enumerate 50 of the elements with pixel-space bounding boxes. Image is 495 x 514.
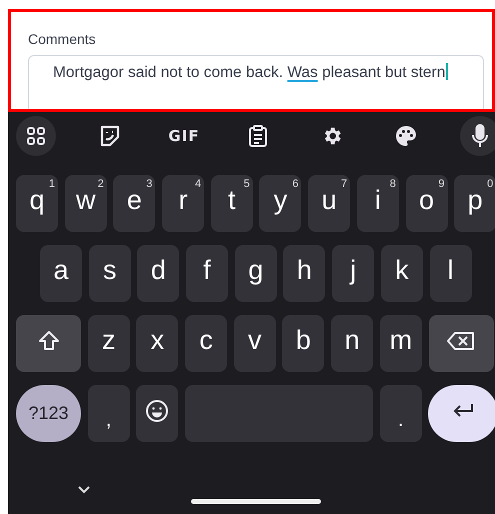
number-hint: 4 bbox=[194, 178, 202, 190]
number-hint: 8 bbox=[390, 178, 396, 190]
enter-icon bbox=[452, 402, 474, 418]
letter-key[interactable]: g bbox=[234, 245, 277, 302]
number-hint: 0 bbox=[487, 178, 494, 190]
letter-key[interactable]: k bbox=[380, 245, 423, 302]
palette-icon bbox=[394, 124, 418, 148]
letter-key[interactable]: t 5 bbox=[210, 175, 253, 232]
letter-key[interactable]: z bbox=[88, 315, 130, 372]
letter-key[interactable]: j bbox=[332, 245, 374, 302]
backspace-key[interactable] bbox=[428, 315, 494, 372]
letter-key[interactable]: m bbox=[380, 315, 422, 372]
sticker-icon bbox=[98, 124, 122, 148]
microphone-icon bbox=[472, 124, 488, 148]
hide-keyboard-icon[interactable] bbox=[78, 486, 90, 494]
letter-key[interactable]: n bbox=[331, 315, 374, 372]
punctuation-key[interactable]: , bbox=[88, 385, 130, 442]
letter-key[interactable]: x bbox=[136, 315, 178, 372]
letter-key[interactable]: l bbox=[430, 245, 472, 302]
letter-key[interactable]: v bbox=[234, 315, 276, 372]
number-hint: 9 bbox=[438, 178, 444, 190]
shift-icon bbox=[38, 330, 60, 352]
letter-key[interactable]: a bbox=[40, 245, 82, 302]
letter-key[interactable]: c bbox=[185, 315, 228, 372]
shift-key[interactable] bbox=[16, 315, 81, 372]
letter-key[interactable]: r 4 bbox=[162, 175, 204, 232]
letter-key[interactable]: s bbox=[88, 245, 131, 302]
letter-key[interactable]: f bbox=[186, 245, 228, 302]
number-hint: 5 bbox=[244, 178, 250, 190]
number-hint: 6 bbox=[292, 178, 298, 190]
apps-icon bbox=[26, 126, 46, 146]
number-hint: 2 bbox=[98, 178, 104, 190]
letter-key[interactable]: d bbox=[137, 245, 180, 302]
number-hint: 3 bbox=[146, 178, 152, 190]
gif-button[interactable]: GIF bbox=[164, 116, 204, 156]
letter-key[interactable]: b bbox=[282, 315, 324, 372]
emoji-key[interactable] bbox=[136, 385, 178, 442]
backspace-icon bbox=[446, 330, 476, 350]
symbols-key[interactable]: ?123 bbox=[16, 385, 81, 442]
field-label: Comments bbox=[28, 31, 96, 47]
letter-key[interactable]: h bbox=[283, 245, 326, 302]
clipboard-icon bbox=[248, 124, 268, 148]
number-hint: 1 bbox=[48, 178, 55, 190]
number-hint: 7 bbox=[341, 178, 348, 190]
punctuation-key[interactable]: . bbox=[380, 385, 422, 442]
voice-input-button[interactable] bbox=[460, 116, 495, 156]
apps-button[interactable] bbox=[16, 116, 56, 156]
emoji-icon bbox=[145, 398, 170, 422]
letter-key[interactable]: i 8 bbox=[356, 175, 399, 232]
enter-key[interactable] bbox=[428, 385, 495, 442]
